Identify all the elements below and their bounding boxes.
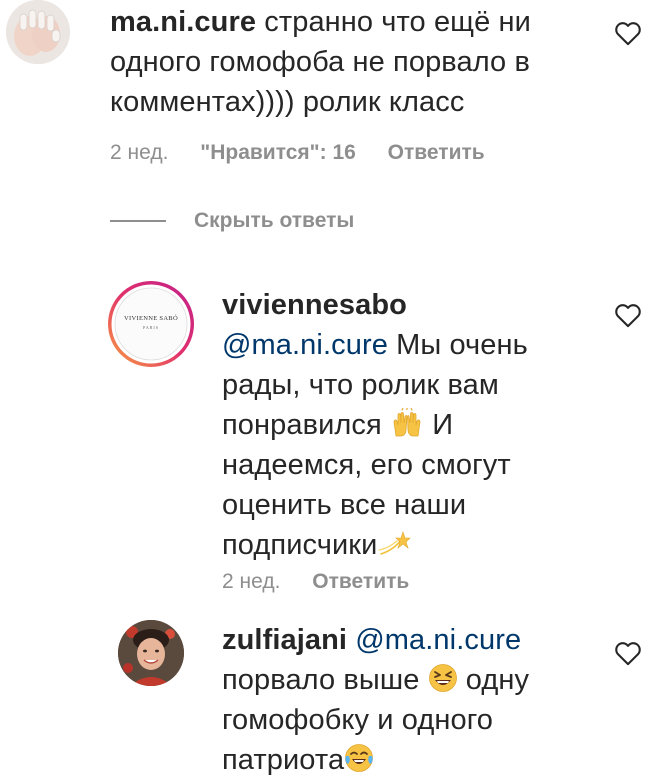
raising-hands-emoji-icon (393, 408, 421, 437)
reply-button[interactable]: Ответить (312, 570, 409, 593)
user-photo-icon (118, 620, 184, 686)
comment-meta: 2 нед. "Нравится": 16 Ответить (110, 141, 485, 165)
comment-body: zulfiajani @ma.ni.cure порвало выше одну… (222, 620, 582, 780)
nails-photo-icon (6, 0, 70, 64)
comment-meta: 2 нед. Ответить (222, 570, 409, 594)
story-ring-icon (108, 281, 194, 367)
like-heart-icon[interactable] (614, 640, 642, 666)
comment-username[interactable]: zulfiajani (222, 624, 347, 656)
reply-button[interactable]: Ответить (388, 141, 485, 164)
comment-time[interactable]: 2 нед. (110, 141, 168, 164)
divider-line (110, 220, 166, 222)
grinning-squinting-face-emoji-icon (428, 664, 457, 692)
like-heart-icon[interactable] (614, 302, 642, 328)
like-heart-icon[interactable] (614, 20, 642, 46)
mention-link[interactable]: @ma.ni.cure (355, 624, 521, 656)
hide-replies-label: Скрыть ответы (194, 209, 355, 232)
avatar[interactable]: VIVIENNE SABÓ PARIS (106, 279, 196, 369)
avatar[interactable] (118, 620, 184, 686)
brand-logo-text: VIVIENNE SABÓ (124, 315, 178, 322)
avatar[interactable] (6, 0, 70, 64)
comment-time[interactable]: 2 нед. (222, 570, 280, 593)
comment-username[interactable]: viviennesabo (222, 289, 407, 321)
hide-replies-button[interactable]: Скрыть ответы (110, 206, 354, 236)
comment-username[interactable]: ma.ni.cure (110, 6, 256, 38)
comment-text-part1: порвало выше (222, 664, 420, 696)
face-with-tears-of-joy-emoji-icon (345, 744, 374, 772)
comment-likes-count[interactable]: "Нравится": 16 (200, 141, 356, 164)
comment-body: ma.ni.cure странно что ещё ни одного гом… (110, 2, 590, 122)
comment-body: viviennesabo @ma.ni.cure Мы очень рады, … (222, 285, 582, 565)
mention-link[interactable]: @ma.ni.cure (222, 329, 388, 361)
dizzy-star-emoji-icon (378, 531, 412, 555)
brand-logo-subtext: PARIS (143, 325, 159, 330)
